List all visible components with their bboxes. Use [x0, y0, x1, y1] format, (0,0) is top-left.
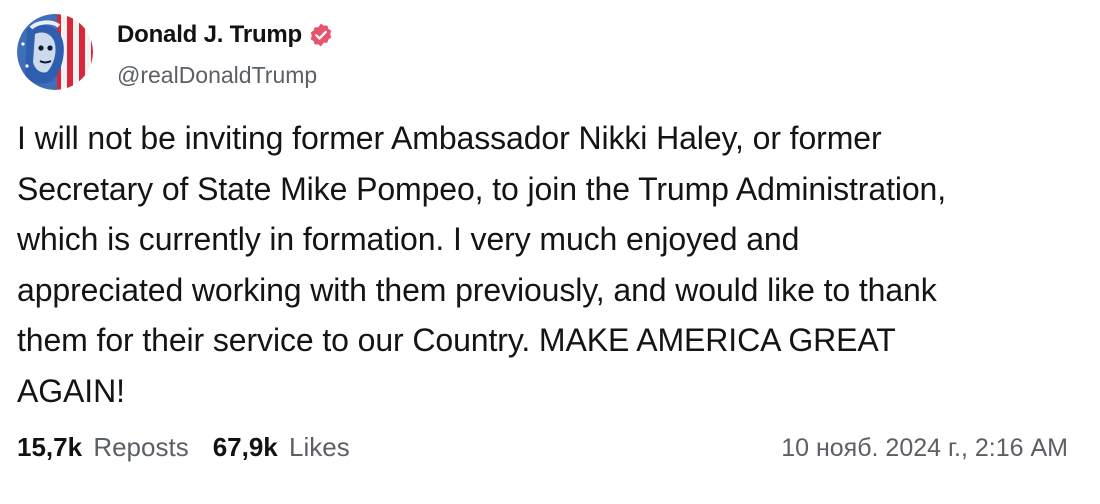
- profile-avatar: [17, 14, 93, 90]
- likes-count: 67,9k: [212, 432, 278, 462]
- reposts-stat[interactable]: 15,7k Reposts: [17, 432, 189, 463]
- reposts-count: 15,7k: [17, 432, 83, 462]
- post-footer: 15,7k Reposts 67,9k Likes 10 нояб. 2024 …: [17, 432, 1068, 463]
- author-name-row: Donald J. Trump: [117, 21, 334, 49]
- likes-stat[interactable]: 67,9k Likes: [213, 432, 350, 463]
- verified-badge-icon: [308, 22, 334, 48]
- post-text: I will not be inviting former Ambassador…: [17, 120, 947, 409]
- reposts-label: Reposts: [93, 432, 189, 462]
- display-name[interactable]: Donald J. Trump: [117, 21, 302, 49]
- avatar[interactable]: [17, 14, 93, 90]
- post-card: Donald J. Trump @realDonaldTrump I will …: [0, 0, 1100, 504]
- author-handle[interactable]: @realDonaldTrump: [117, 62, 317, 89]
- likes-label: Likes: [289, 432, 350, 462]
- post-timestamp[interactable]: 10 нояб. 2024 г., 2:16 AM: [781, 434, 1068, 463]
